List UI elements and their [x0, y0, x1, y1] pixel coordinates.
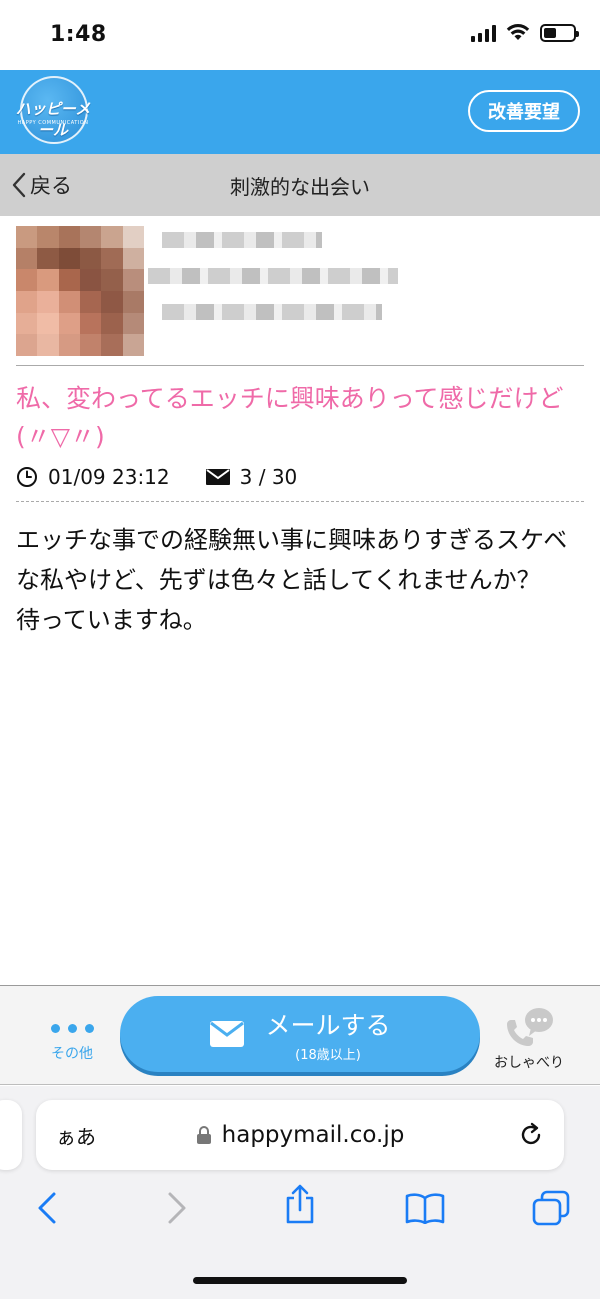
envelope-icon [210, 1021, 245, 1047]
page-title: 刺激的な出会い [230, 174, 370, 199]
wifi-icon [506, 24, 530, 40]
battery-icon [540, 24, 579, 42]
mail-count-text: 3 / 30 [239, 465, 298, 489]
chevron-left-icon [12, 172, 26, 198]
forward-arrow-icon[interactable] [166, 1190, 188, 1226]
send-mail-label: メールする [265, 1010, 391, 1040]
address-bar[interactable]: ぁあ happymail.co.jp [36, 1100, 564, 1170]
avatar[interactable] [16, 226, 144, 356]
more-dots-icon [32, 1024, 112, 1033]
other-label: その他 [51, 1046, 93, 1062]
browser-chrome: ぁあ happymail.co.jp [0, 1086, 600, 1299]
tabs-icon[interactable] [532, 1190, 570, 1226]
clock-icon [17, 467, 37, 487]
chat-label: おしゃべり [494, 1055, 564, 1071]
profile-divider [16, 365, 584, 366]
profile-info-blurred-2 [162, 304, 382, 320]
send-mail-text: メールする (18歳以上) [265, 1006, 390, 1063]
logo-wordmark: ハッピーメール [15, 100, 91, 139]
status-icons [471, 24, 579, 42]
app-header: ハッピーメール HAPPY COMMUNICATION 改善要望 [0, 70, 600, 154]
post-meta: 01/09 23:12 3 / 30 [16, 462, 333, 492]
profile-info-blurred [148, 268, 398, 284]
nav-bar: 戻る 刺激的な出会い [0, 154, 600, 216]
age-note: (18歳以上) [295, 1047, 361, 1063]
post-mail-count: 3 / 30 [205, 465, 298, 489]
other-button[interactable]: その他 [32, 1010, 112, 1063]
app-root: 1:48 ハッピーメール HAPPY COMMUNICATION 改善要望 戻る… [0, 0, 600, 1299]
post-datetime: 01/09 23:12 [16, 465, 170, 489]
back-label: 戻る [30, 174, 72, 198]
logo-subtext: HAPPY COMMUNICATION [17, 120, 89, 126]
profile-name-blurred [162, 232, 322, 248]
status-time: 1:48 [50, 22, 107, 47]
cellular-signal-icon [471, 24, 496, 42]
chat-button[interactable]: おしゃべり [484, 1006, 574, 1072]
status-bar: 1:48 [0, 0, 600, 70]
home-indicator [193, 1277, 407, 1284]
previous-tab-preview[interactable] [0, 1100, 22, 1170]
phone-chat-icon [507, 1008, 553, 1046]
post-datetime-text: 01/09 23:12 [48, 465, 170, 489]
share-icon[interactable] [284, 1184, 316, 1224]
poster-profile[interactable] [0, 216, 600, 366]
feedback-button[interactable]: 改善要望 [468, 90, 580, 132]
action-bar: その他 メールする (18歳以上) おしゃべり [0, 985, 600, 1085]
post-body: エッチな事での経験無い事に興味ありすぎるスケベな私やけど、先ずは色々と話してくれ… [16, 526, 568, 634]
send-mail-button[interactable]: メールする (18歳以上) [120, 996, 480, 1072]
back-arrow-icon[interactable] [36, 1190, 58, 1226]
post-divider [16, 501, 584, 502]
envelope-icon [205, 469, 230, 485]
reload-icon[interactable] [518, 1122, 544, 1148]
post-title: 私、変わってるエッチに興味ありって感じだけど(〃▽〃) [16, 384, 564, 451]
happymail-logo[interactable]: ハッピーメール HAPPY COMMUNICATION [10, 76, 96, 148]
url-display[interactable]: happymail.co.jp [36, 1100, 564, 1170]
lock-icon [196, 1126, 211, 1144]
browser-toolbar [0, 1182, 600, 1242]
bookmarks-icon[interactable] [404, 1192, 446, 1224]
back-button[interactable]: 戻る [12, 154, 72, 216]
url-text: happymail.co.jp [221, 1122, 405, 1148]
